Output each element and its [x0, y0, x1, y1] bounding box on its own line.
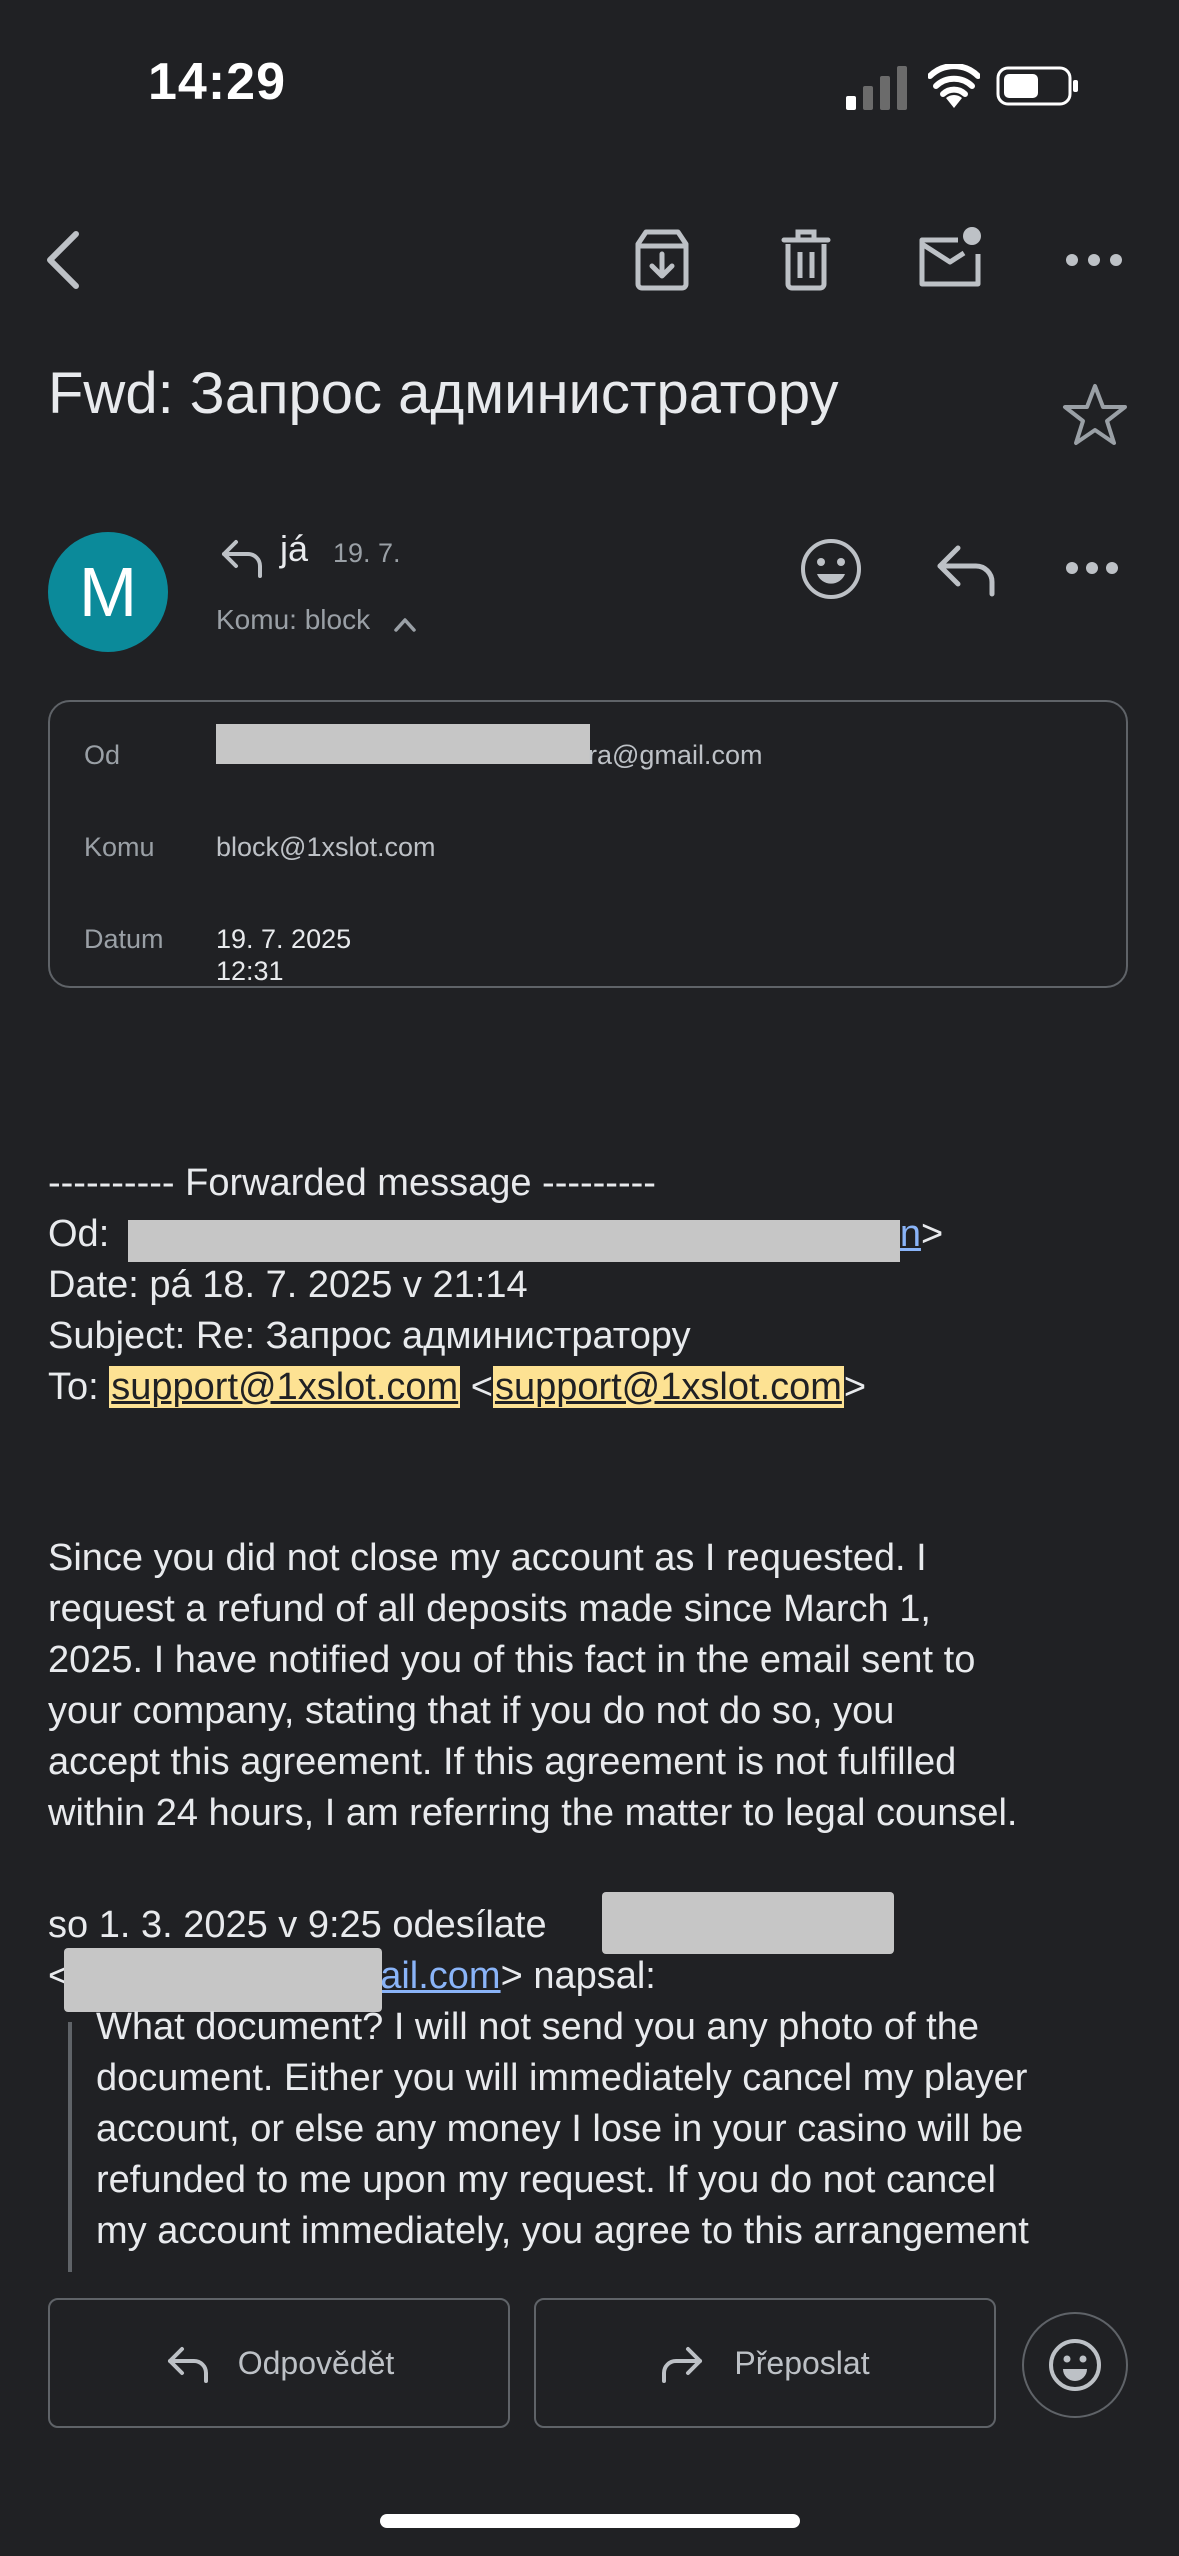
- back-arrow-icon[interactable]: [30, 222, 106, 298]
- emoji-icon: [1049, 2339, 1101, 2391]
- mark-unread-icon[interactable]: [912, 222, 988, 298]
- reply-icon: [167, 2347, 208, 2383]
- home-indicator[interactable]: [380, 2514, 800, 2528]
- fwd-to-open: <: [460, 1366, 493, 1408]
- quote-line: document. Either you will immediately ca…: [96, 2057, 1028, 2099]
- fwd-subject-line: Subject: Re: Запрос администратору: [48, 1315, 691, 1357]
- body-line: your company, stating that if you do not…: [48, 1690, 895, 1732]
- redacted-block: [602, 1892, 894, 1954]
- avatar[interactable]: M: [48, 532, 168, 652]
- more-horiz-icon[interactable]: [1056, 222, 1132, 298]
- forward-icon: [662, 2347, 703, 2383]
- sender-name[interactable]: já: [280, 528, 308, 570]
- date-label: Datum: [84, 924, 164, 954]
- chevron-up-icon[interactable]: [392, 612, 418, 634]
- quote-bar: [68, 2022, 72, 2272]
- star-icon[interactable]: [1060, 380, 1130, 450]
- emoji-reaction-button[interactable]: [1022, 2312, 1128, 2418]
- to-value[interactable]: block@1xslot.com: [216, 832, 435, 863]
- forward-button[interactable]: Přeposlat: [534, 2298, 996, 2428]
- redacted-block: [128, 1220, 900, 1262]
- fwd-from-link[interactable]: n: [900, 1213, 921, 1255]
- quote-email-link[interactable]: ail.com: [380, 1955, 500, 1997]
- body-line: within 24 hours, I am referring the matt…: [48, 1792, 1018, 1834]
- reply-button-label: Odpovědět: [237, 2344, 395, 2381]
- time-value: 12:31: [216, 956, 284, 986]
- wifi-icon: [927, 63, 981, 110]
- from-value: ra@gmail.com: [588, 740, 763, 770]
- trash-icon[interactable]: [768, 222, 844, 298]
- email-details-box: Od ra@gmail.com Komu block@1xslot.com Da…: [48, 700, 1128, 988]
- quote-line: What document? I will not send you any p…: [96, 2006, 979, 2048]
- from-label: Od: [84, 740, 121, 770]
- fwd-from-close: >: [920, 1213, 944, 1255]
- redacted-block: [216, 724, 590, 764]
- body-line: 2025. I have notified you of this fact i…: [48, 1639, 976, 1681]
- recipient-summary[interactable]: Komu: block: [216, 604, 370, 636]
- more-horiz-icon[interactable]: [1064, 548, 1120, 588]
- battery-icon: [996, 66, 1080, 106]
- quote-napsal: > napsal:: [500, 1955, 656, 1997]
- quote-line: refunded to me upon my request. If you d…: [96, 2159, 996, 2201]
- quote-intro: so 1. 3. 2025 v 9:25 odesílate: [48, 1904, 547, 1946]
- fwd-date-line: Date: pá 18. 7. 2025 v 21:14: [48, 1264, 528, 1306]
- to-label: Komu: [84, 832, 155, 862]
- quote-line: account, or else any money I lose in you…: [96, 2108, 1024, 2150]
- fwd-to-close: >: [843, 1366, 867, 1408]
- support-email-link[interactable]: support@1xslot.com: [109, 1366, 461, 1408]
- archive-icon[interactable]: [624, 222, 700, 298]
- email-subject: Fwd: Запрос администратору: [48, 361, 839, 426]
- replied-icon: [218, 536, 266, 580]
- status-time: 14:29: [148, 53, 286, 111]
- cellular-signal-icon: [846, 66, 910, 110]
- fwd-to-label: To:: [48, 1366, 110, 1408]
- body-line: accept this agreement. If this agreement…: [48, 1741, 957, 1783]
- sender-date: 19. 7.: [333, 538, 401, 568]
- reply-icon[interactable]: [932, 538, 998, 600]
- forwarded-header: ---------- Forwarded message ---------: [48, 1162, 656, 1204]
- date-value: 19. 7. 2025: [216, 924, 352, 954]
- fwd-from-label: Od:: [48, 1213, 120, 1255]
- emoji-reaction-icon[interactable]: [798, 536, 864, 602]
- reply-button[interactable]: Odpovědět: [48, 2298, 510, 2428]
- fwd-to-line: To: support@1xslot.com <support@1xslot.c…: [48, 1362, 866, 1413]
- forward-button-label: Přeposlat: [734, 2344, 870, 2381]
- support-email-link-2[interactable]: support@1xslot.com: [492, 1366, 844, 1408]
- body-line: Since you did not close my account as I …: [48, 1537, 927, 1579]
- quote-line: my account immediately, you agree to thi…: [96, 2210, 1029, 2252]
- body-line: request a refund of all deposits made si…: [48, 1588, 931, 1630]
